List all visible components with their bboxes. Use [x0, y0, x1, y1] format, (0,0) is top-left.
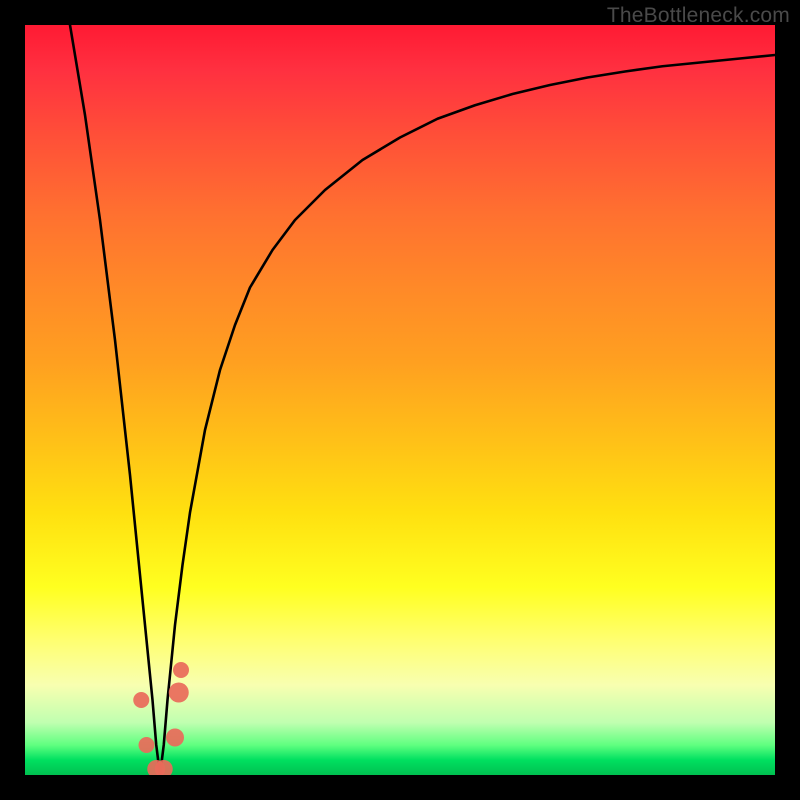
point-right-upper — [169, 683, 189, 703]
watermark-text: TheBottleneck.com — [607, 4, 790, 28]
point-right-lower — [166, 729, 184, 747]
point-left-lower — [139, 737, 155, 753]
chart-frame: TheBottleneck.com — [0, 0, 800, 800]
point-right-upper2 — [173, 662, 189, 678]
plot-area — [25, 25, 775, 775]
chart-overlay — [25, 25, 775, 775]
bottleneck-curve — [70, 25, 775, 775]
point-left-upper — [133, 692, 149, 708]
bottleneck-curve-path — [70, 25, 775, 775]
